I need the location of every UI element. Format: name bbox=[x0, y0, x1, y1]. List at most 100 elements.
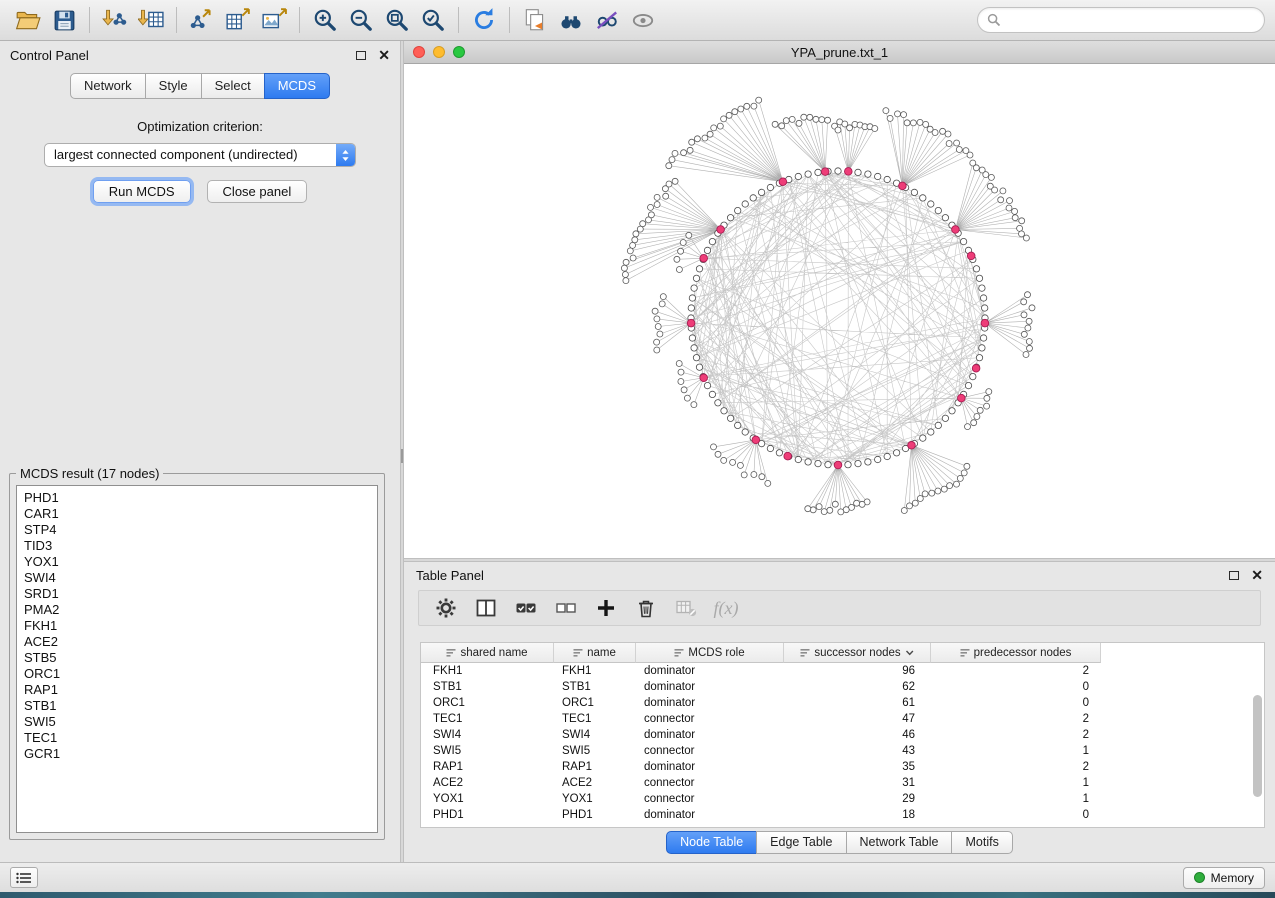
criterion-dropdown[interactable]: largest connected component (undirected) bbox=[44, 143, 356, 167]
table-row[interactable]: FKH1 FKH1 dominator 96 2 bbox=[421, 663, 1264, 679]
float-panel-icon[interactable] bbox=[356, 51, 366, 60]
cell-successor-nodes: 31 bbox=[784, 777, 931, 789]
table-row[interactable]: STB1 STB1 dominator 62 0 bbox=[421, 679, 1264, 695]
table-row[interactable]: RAP1 RAP1 dominator 35 2 bbox=[421, 759, 1264, 775]
tab-label: Node Table bbox=[680, 835, 743, 849]
cell-name: FKH1 bbox=[554, 665, 636, 677]
mcds-result-node[interactable]: ACE2 bbox=[24, 634, 370, 650]
close-panel-button[interactable]: Close panel bbox=[207, 180, 308, 203]
close-panel-icon[interactable]: ✕ bbox=[378, 48, 390, 62]
mcds-result-node[interactable]: STB1 bbox=[24, 698, 370, 714]
add-row-button[interactable] bbox=[591, 593, 621, 623]
control-panel-tab[interactable]: Select bbox=[201, 73, 265, 99]
deselect-all-button[interactable] bbox=[551, 593, 581, 623]
status-bar: Memory bbox=[0, 862, 1275, 892]
show-columns-button[interactable] bbox=[471, 593, 501, 623]
open-file-button[interactable] bbox=[10, 3, 46, 37]
scrollbar-thumb[interactable] bbox=[1253, 695, 1262, 797]
cell-predecessor-nodes: 2 bbox=[931, 729, 1101, 741]
control-panel-tab[interactable]: Style bbox=[145, 73, 202, 99]
mcds-result-list[interactable]: PHD1 CAR1 STP4 TID3 YOX1 SWI4 SRD1 PMA2 … bbox=[16, 485, 378, 833]
mcds-result-node[interactable]: RAP1 bbox=[24, 682, 370, 698]
import-table-button[interactable] bbox=[133, 3, 169, 37]
table-row[interactable]: TEC1 TEC1 connector 47 2 bbox=[421, 711, 1264, 727]
mcds-result-node[interactable]: STP4 bbox=[24, 522, 370, 538]
function-icon: f(x) bbox=[714, 598, 739, 619]
table-panel-tab[interactable]: Edge Table bbox=[756, 831, 846, 854]
column-header-shared-name[interactable]: shared name bbox=[421, 643, 554, 663]
mcds-result-node[interactable]: GCR1 bbox=[24, 746, 370, 762]
table-scrollbar[interactable] bbox=[1253, 665, 1262, 823]
open-folder-icon bbox=[15, 7, 41, 33]
settings-gear-button[interactable] bbox=[431, 593, 461, 623]
table-panel-tab[interactable]: Node Table bbox=[666, 831, 757, 854]
table-panel-tab[interactable]: Motifs bbox=[951, 831, 1012, 854]
mcds-result-node[interactable]: PMA2 bbox=[24, 602, 370, 618]
cell-predecessor-nodes: 2 bbox=[931, 713, 1101, 725]
show-panels-button[interactable] bbox=[10, 867, 38, 888]
table-panel-tab[interactable]: Network Table bbox=[846, 831, 953, 854]
select-all-button[interactable] bbox=[511, 593, 541, 623]
close-panel-icon[interactable]: ✕ bbox=[1251, 568, 1263, 582]
cell-predecessor-nodes: 1 bbox=[931, 745, 1101, 757]
minimize-window-icon[interactable] bbox=[433, 46, 445, 58]
tab-label: Edge Table bbox=[770, 835, 832, 849]
mcds-result-node[interactable]: YOX1 bbox=[24, 554, 370, 570]
mcds-result-node[interactable]: FKH1 bbox=[24, 618, 370, 634]
table-row[interactable]: ORC1 ORC1 dominator 61 0 bbox=[421, 695, 1264, 711]
hide-details-button[interactable] bbox=[589, 3, 625, 37]
zoom-in-button[interactable] bbox=[307, 3, 343, 37]
optimization-criterion-label: Optimization criterion: bbox=[0, 119, 400, 134]
mcds-result-node[interactable]: TEC1 bbox=[24, 730, 370, 746]
show-details-button[interactable] bbox=[625, 3, 661, 37]
cell-shared-name: PHD1 bbox=[421, 809, 554, 821]
toolbar-separator bbox=[176, 7, 177, 33]
table-row[interactable]: PHD1 PHD1 dominator 18 0 bbox=[421, 807, 1264, 823]
control-panel-tab[interactable]: Network bbox=[70, 73, 146, 99]
table-row[interactable]: SWI4 SWI4 dominator 46 2 bbox=[421, 727, 1264, 743]
export-table-button[interactable] bbox=[220, 3, 256, 37]
column-header-successor-nodes[interactable]: successor nodes bbox=[784, 643, 931, 663]
mcds-result-node[interactable]: STB5 bbox=[24, 650, 370, 666]
memory-button[interactable]: Memory bbox=[1183, 867, 1265, 889]
cell-shared-name: RAP1 bbox=[421, 761, 554, 773]
mcds-result-node[interactable]: CAR1 bbox=[24, 506, 370, 522]
mcds-result-node[interactable]: PHD1 bbox=[24, 490, 370, 506]
control-panel-tab[interactable]: MCDS bbox=[264, 73, 330, 99]
cell-predecessor-nodes: 0 bbox=[931, 809, 1101, 821]
close-window-icon[interactable] bbox=[413, 46, 425, 58]
table-row[interactable]: YOX1 YOX1 connector 29 1 bbox=[421, 791, 1264, 807]
refresh-button[interactable] bbox=[466, 3, 502, 37]
search-box[interactable] bbox=[977, 7, 1265, 33]
copy-document-button[interactable] bbox=[517, 3, 553, 37]
zoom-out-button[interactable] bbox=[343, 3, 379, 37]
export-image-icon bbox=[261, 7, 287, 33]
import-network-button[interactable] bbox=[97, 3, 133, 37]
export-image-button[interactable] bbox=[256, 3, 292, 37]
search-input[interactable] bbox=[1006, 13, 1255, 28]
maximize-window-icon[interactable] bbox=[453, 46, 465, 58]
save-button[interactable] bbox=[46, 3, 82, 37]
delete-row-button[interactable] bbox=[631, 593, 661, 623]
zoom-selected-button[interactable] bbox=[415, 3, 451, 37]
mcds-result-node[interactable]: SWI5 bbox=[24, 714, 370, 730]
mcds-result-node[interactable]: ORC1 bbox=[24, 666, 370, 682]
table-row[interactable]: SWI5 SWI5 connector 43 1 bbox=[421, 743, 1264, 759]
network-canvas[interactable] bbox=[404, 64, 1275, 558]
column-header-predecessor-nodes[interactable]: predecessor nodes bbox=[931, 643, 1101, 663]
export-network-button[interactable] bbox=[184, 3, 220, 37]
mcds-result-node[interactable]: SWI4 bbox=[24, 570, 370, 586]
zoom-fit-button[interactable] bbox=[379, 3, 415, 37]
cell-predecessor-nodes: 2 bbox=[931, 761, 1101, 773]
column-header-mcds-role[interactable]: MCDS role bbox=[636, 643, 784, 663]
column-header-name[interactable]: name bbox=[554, 643, 636, 663]
list-icon bbox=[16, 872, 32, 884]
mcds-result-node[interactable]: TID3 bbox=[24, 538, 370, 554]
find-button[interactable] bbox=[553, 3, 589, 37]
float-panel-icon[interactable] bbox=[1229, 571, 1239, 580]
run-mcds-button[interactable]: Run MCDS bbox=[93, 180, 191, 203]
mcds-result-node[interactable]: SRD1 bbox=[24, 586, 370, 602]
columns-icon bbox=[474, 596, 498, 620]
network-titlebar[interactable]: YPA_prune.txt_1 bbox=[404, 41, 1275, 64]
table-row[interactable]: ACE2 ACE2 connector 31 1 bbox=[421, 775, 1264, 791]
